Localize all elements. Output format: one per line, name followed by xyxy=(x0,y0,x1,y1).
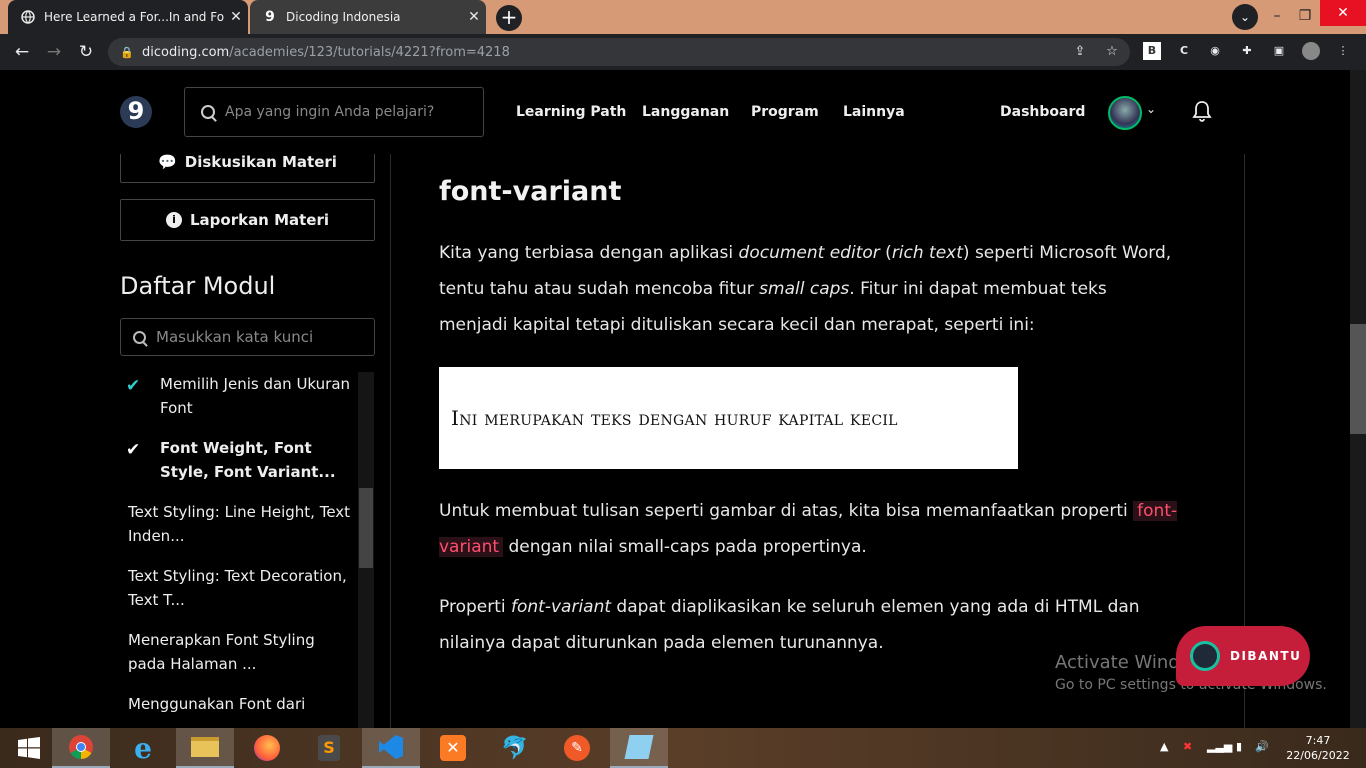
checkmark-icon: ✔ xyxy=(126,376,141,396)
tab-active[interactable]: Here Learned a For...In and For...c ✕ xyxy=(8,0,248,34)
tab-title: Here Learned a For...In and For...c xyxy=(44,10,224,24)
vscode-icon[interactable] xyxy=(362,728,420,768)
address-bar[interactable]: 🔒 dicoding.com/academies/123/tutorials/4… xyxy=(108,38,1130,66)
minimize-icon[interactable]: – xyxy=(1262,0,1292,34)
globe-icon xyxy=(20,9,36,25)
module-list: ✔ Memilih Jenis dan Ukuran Font ✔ Font W… xyxy=(120,372,355,728)
info-icon: i xyxy=(165,212,182,228)
nav-dashboard[interactable]: Dashboard xyxy=(1000,104,1085,120)
url-text: dicoding.com/academies/123/tutorials/422… xyxy=(142,44,510,60)
reload-icon[interactable]: ↻ xyxy=(74,40,98,64)
tab-search-icon[interactable]: ⌄ xyxy=(1232,4,1258,30)
xampp-icon[interactable]: ✕ xyxy=(424,728,482,768)
help-chat-button[interactable]: DIBANTU xyxy=(1176,626,1310,686)
back-icon[interactable]: ← xyxy=(10,40,34,64)
volume-icon[interactable]: 🔊 xyxy=(1255,740,1269,753)
paragraph-intro: Kita yang terbiasa dengan aplikasi docum… xyxy=(439,243,1172,335)
paint-tool-icon[interactable]: ✎ xyxy=(548,728,606,768)
module-item[interactable]: Menerapkan Font Styling pada Halaman ... xyxy=(120,628,355,676)
small-caps-example-image: Ini merupakan teks dengan huruf kapital … xyxy=(439,367,1018,469)
side-panel-icon[interactable]: ▣ xyxy=(1270,42,1288,60)
profile-avatar-icon[interactable] xyxy=(1302,42,1320,60)
new-tab-button[interactable]: + xyxy=(496,5,522,31)
lock-icon: 🔒 xyxy=(120,45,134,59)
windows-start-icon[interactable] xyxy=(0,728,58,768)
nav-langganan[interactable]: Langganan xyxy=(642,104,729,120)
nav-lainnya[interactable]: Lainnya xyxy=(843,104,905,120)
chrome-icon[interactable] xyxy=(52,728,110,768)
tray-expand-icon[interactable]: ▲ xyxy=(1160,740,1168,753)
checkmark-icon: ✔ xyxy=(126,440,141,460)
tab-title: Dicoding Indonesia xyxy=(286,10,401,24)
close-window-icon[interactable]: ✕ xyxy=(1320,0,1366,26)
close-tab-icon[interactable]: ✕ xyxy=(224,9,248,25)
share-icon[interactable]: ⇪ xyxy=(1072,44,1088,60)
bookmark-star-icon[interactable]: ☆ xyxy=(1104,44,1120,60)
extension-glasses-icon[interactable]: ◉ xyxy=(1206,42,1224,60)
file-explorer-icon[interactable] xyxy=(176,728,234,768)
system-clock[interactable]: 7:47 22/06/2022 xyxy=(1286,733,1350,763)
module-list-scroll-thumb[interactable] xyxy=(359,488,373,568)
bell-icon[interactable] xyxy=(1192,100,1212,122)
search-icon xyxy=(133,330,146,344)
section-heading: font-variant xyxy=(439,176,622,207)
module-sidebar: 💬 Diskusikan Materi i Laporkan Materi Da… xyxy=(0,154,390,728)
tab-dicoding[interactable]: 9 Dicoding Indonesia ✕ xyxy=(250,0,486,34)
clock-date: 22/06/2022 xyxy=(1286,749,1350,762)
user-avatar[interactable] xyxy=(1108,96,1142,130)
dicoding-logo[interactable]: 9 xyxy=(120,96,152,128)
module-search-input[interactable]: Masukkan kata kunci xyxy=(120,318,375,356)
content-divider xyxy=(390,154,391,728)
network-warning-icon[interactable]: ✖ xyxy=(1183,740,1192,753)
firefox-icon[interactable] xyxy=(238,728,296,768)
site-search-input[interactable]: Apa yang ingin Anda pelajari? xyxy=(184,87,484,137)
menu-kebab-icon[interactable]: ⋮ xyxy=(1334,42,1352,60)
search-icon xyxy=(201,105,215,119)
extension-c-icon[interactable]: C xyxy=(1175,42,1193,60)
report-button[interactable]: i Laporkan Materi xyxy=(120,199,375,241)
module-item[interactable]: Menggunakan Font dari xyxy=(120,692,355,716)
paragraph-inheritance: Properti font-variant dapat diaplikasika… xyxy=(439,597,1140,653)
discuss-button[interactable]: 💬 Diskusikan Materi xyxy=(120,154,375,183)
module-item-current[interactable]: ✔ Font Weight, Font Style, Font Variant.… xyxy=(120,436,355,484)
signal-icon[interactable]: ▂▃▅ xyxy=(1207,740,1232,753)
internet-explorer-icon[interactable]: e xyxy=(114,728,172,768)
browser-tab-strip: Here Learned a For...In and For...c ✕ 9 … xyxy=(0,0,1366,34)
search-placeholder: Apa yang ingin Anda pelajari? xyxy=(225,104,435,120)
browser-toolbar: ← → ↻ 🔒 dicoding.com/academies/123/tutor… xyxy=(0,34,1366,70)
site-header: 9 Apa yang ingin Anda pelajari? Learning… xyxy=(0,70,1350,154)
robot-icon xyxy=(1190,641,1220,671)
restore-icon[interactable]: ❐ xyxy=(1290,0,1320,34)
windows-taskbar: e S ✕ 🐬 ✎ ▲ ✖ ▂▃▅ ▮ 🔊 7:47 22/06/2022 xyxy=(0,728,1366,768)
dicoding-favicon-icon: 9 xyxy=(265,9,275,25)
mysql-workbench-icon[interactable]: 🐬 xyxy=(486,728,544,768)
module-item[interactable]: ✔ Memilih Jenis dan Ukuran Font xyxy=(120,372,355,420)
page-scroll-thumb[interactable] xyxy=(1350,324,1366,434)
module-item[interactable]: Text Styling: Line Height, Text Inden... xyxy=(120,500,355,548)
clock-time: 7:47 xyxy=(1305,734,1331,747)
sublime-text-icon[interactable]: S xyxy=(300,728,358,768)
module-list-heading: Daftar Modul xyxy=(120,272,276,300)
nav-learning-path[interactable]: Learning Path xyxy=(516,104,626,120)
paragraph-usage: Untuk membuat tulisan seperti gambar di … xyxy=(439,501,1178,557)
nav-program[interactable]: Program xyxy=(751,104,819,120)
battery-icon[interactable]: ▮ xyxy=(1236,740,1242,753)
extension-b-icon[interactable]: B xyxy=(1143,42,1161,60)
notes-app-icon[interactable] xyxy=(610,728,668,768)
module-item[interactable]: Text Styling: Text Decoration, Text T... xyxy=(120,564,355,612)
forward-icon[interactable]: → xyxy=(42,40,66,64)
extensions-puzzle-icon[interactable]: ✚ xyxy=(1238,42,1256,60)
chevron-down-icon[interactable]: ⌄ xyxy=(1146,102,1156,116)
close-tab-icon[interactable]: ✕ xyxy=(462,9,486,25)
chat-bubble-icon: 💬 xyxy=(158,154,177,171)
